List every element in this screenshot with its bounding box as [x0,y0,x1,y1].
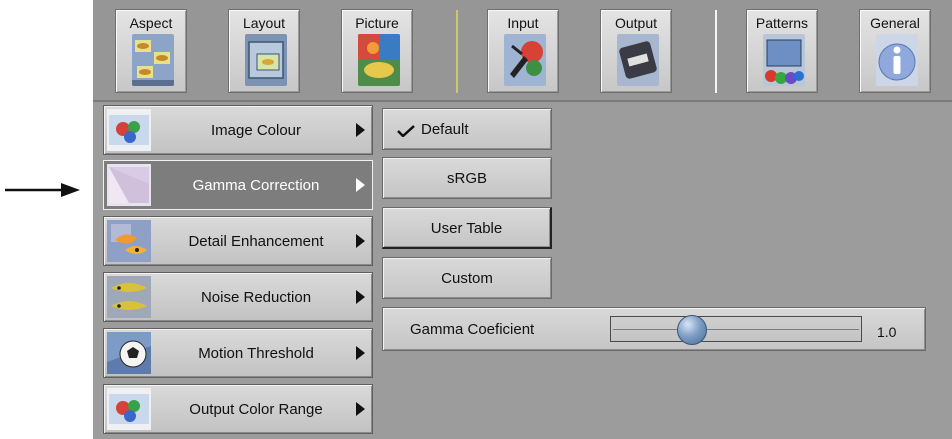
app-window: Aspect Layout Picture Input Output Patte… [93,0,952,439]
pointer-arrow-icon [5,183,80,197]
image-colour-icon [107,109,151,151]
submenu-arrow-icon [356,402,365,416]
gamma-option-label: Default [421,121,469,138]
gamma-option-custom[interactable]: Custom [382,257,552,299]
gamma-coefficient-value: 1.0 [877,324,897,340]
toolbar-button-output[interactable]: Output [600,9,672,93]
submenu-arrow-icon [356,346,365,360]
side-menu-item-detail-enhancement[interactable]: Detail Enhancement [103,216,373,266]
detail-enhancement-icon [107,220,151,262]
output-color-range-icon [107,388,151,430]
output-icon [617,34,659,86]
gamma-option-user-table[interactable]: User Table [382,207,552,249]
side-menu-item-motion-threshold[interactable]: Motion Threshold [103,328,373,378]
input-icon [504,34,546,86]
toolbar-button-patterns[interactable]: Patterns [746,9,818,93]
toolbar-button-picture[interactable]: Picture [341,9,413,93]
submenu-arrow-icon [356,234,365,248]
side-menu-item-gamma-correction[interactable]: Gamma Correction [103,160,373,210]
toolbar-button-aspect[interactable]: Aspect [115,9,187,93]
toolbar-button-label: Picture [355,15,399,31]
submenu-arrow-icon [356,178,365,192]
side-menu-item-noise-reduction[interactable]: Noise Reduction [103,272,373,322]
gamma-coefficient-panel: Gamma Coeficient 1.0 [382,307,926,351]
layout-icon [245,34,287,86]
toolbar-button-input[interactable]: Input [487,9,559,93]
motion-threshold-icon [107,332,151,374]
toolbar-separator [456,10,458,93]
slider-line [613,329,859,330]
gamma-correction-icon [107,164,151,206]
noise-reduction-icon [107,276,151,318]
gamma-coefficient-label: Gamma Coeficient [410,321,535,338]
toolbar-button-label: General [870,15,920,31]
submenu-arrow-icon [356,290,365,304]
side-menu-item-label: Image Colour [210,122,302,139]
slider-knob[interactable] [677,315,707,345]
toolbar-button-general[interactable]: General [859,9,931,93]
side-menu-item-label: Motion Threshold [198,345,314,362]
gamma-option-label: User Table [430,220,503,237]
side-menu-item-output-color-range[interactable]: Output Color Range [103,384,373,434]
gamma-option-default[interactable]: Default [382,108,552,150]
toolbar-button-label: Aspect [129,15,173,31]
patterns-icon [763,34,805,86]
side-menu-item-label: Noise Reduction [200,289,312,306]
picture-icon [358,34,400,86]
side-menu-item-label: Detail Enhancement [188,233,324,250]
general-info-icon [876,34,918,86]
submenu-arrow-icon [356,123,365,137]
toolbar-button-label: Patterns [755,15,809,31]
gamma-coefficient-slider[interactable] [610,315,862,345]
gamma-option-label: sRGB [446,170,487,187]
checkmark-icon [397,125,415,137]
top-toolbar: Aspect Layout Picture Input Output Patte… [93,0,952,102]
gamma-option-label: Custom [441,270,493,287]
toolbar-separator [715,10,717,93]
toolbar-button-layout[interactable]: Layout [228,9,300,93]
side-menu-item-label: Output Color Range [189,401,323,418]
side-menu-item-label: Gamma Correction [192,177,320,194]
gamma-option-srgb[interactable]: sRGB [382,157,552,199]
toolbar-button-label: Output [614,15,658,31]
toolbar-button-label: Input [507,15,539,31]
aspect-icon [132,34,174,86]
side-menu-item-image-colour[interactable]: Image Colour [103,105,373,155]
toolbar-button-label: Layout [242,15,286,31]
